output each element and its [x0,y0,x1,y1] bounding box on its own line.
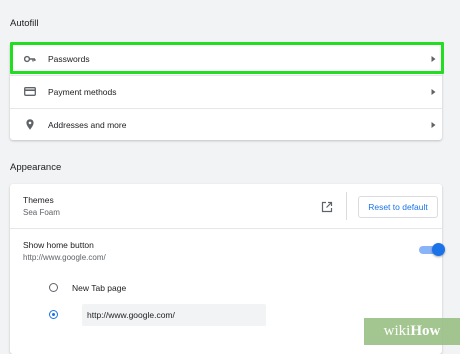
credit-card-icon [23,85,37,99]
autofill-item-label: Addresses and more [48,119,127,130]
appearance-section-title: Appearance [10,162,62,173]
themes-label: Themes [23,195,54,205]
radio-new-tab-label: New Tab page [72,283,127,293]
autofill-item-payment-methods[interactable]: Payment methods [10,75,442,108]
autofill-section-title: Autofill [10,18,39,29]
toggle-knob[interactable] [432,243,445,256]
open-external-icon[interactable] [321,200,333,213]
wikihow-watermark: wiki How [364,318,460,345]
autofill-item-label: Payment methods [48,86,117,97]
divider [10,228,442,229]
home-url-input[interactable]: http://www.google.com/ [82,304,266,326]
show-home-button-label: Show home button [23,240,94,250]
themes-value: Sea Foam [23,208,60,217]
chevron-right-icon [429,121,437,129]
radio-new-tab-page[interactable] [49,283,58,292]
reset-to-default-button[interactable]: Reset to default [358,196,438,218]
location-pin-icon [23,118,37,132]
watermark-how: How [410,323,441,339]
radio-custom-url[interactable] [49,310,58,319]
vertical-divider [346,192,347,220]
home-button-url: http://www.google.com/ [23,253,106,262]
chevron-right-icon [429,88,437,96]
autofill-item-addresses[interactable]: Addresses and more [10,108,442,141]
watermark-wiki: wiki [383,323,411,339]
passwords-highlight-box [10,42,444,74]
